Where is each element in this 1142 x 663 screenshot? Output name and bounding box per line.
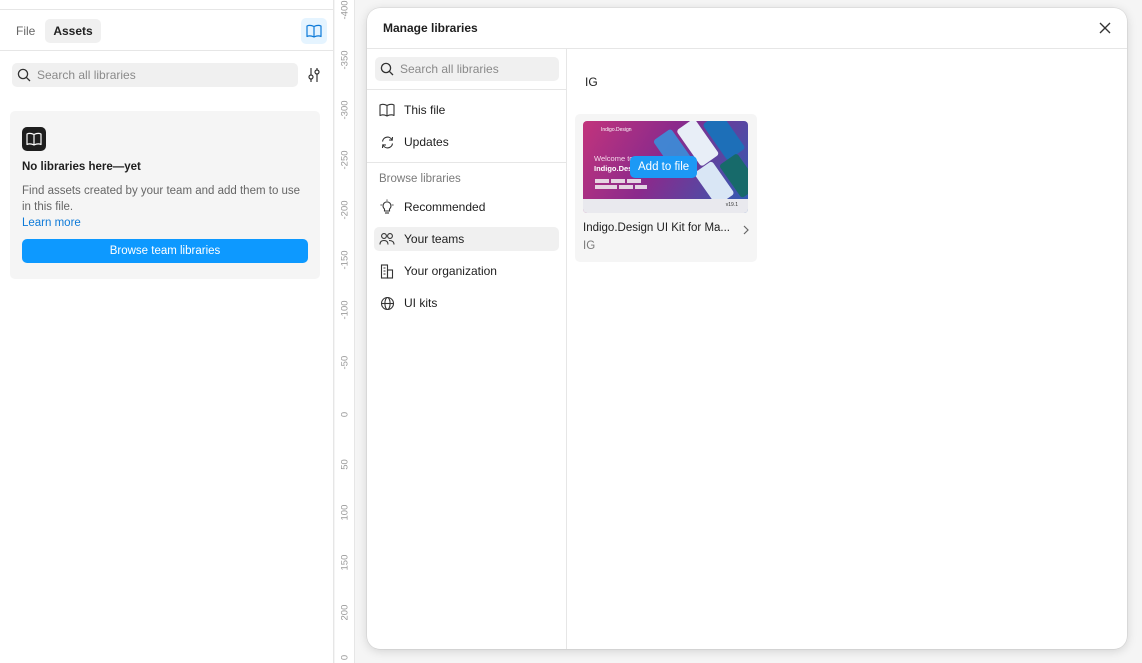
- empty-title: No libraries here—yet: [22, 161, 141, 173]
- thumb-welcome: Welcome to: [594, 154, 634, 163]
- modal-content: IG Indigo.Design Welcome to Indigo.Desig…: [568, 49, 1127, 649]
- assets-panel: File Assets No libraries here—yet Find a…: [0, 0, 334, 663]
- ruler-label: 100: [339, 504, 351, 521]
- refresh-icon: [379, 134, 395, 150]
- nav-label: UI kits: [404, 296, 438, 310]
- divider: [367, 162, 566, 163]
- modal-search-input[interactable]: [400, 62, 550, 76]
- book-open-icon: [22, 127, 46, 151]
- manage-libraries-modal: Manage libraries This file Updates: [367, 8, 1127, 649]
- divider: [367, 89, 566, 90]
- search-icon: [380, 62, 394, 76]
- nav-label: This file: [404, 103, 446, 117]
- ruler-label: -150: [339, 250, 351, 270]
- nav-your-teams[interactable]: Your teams: [374, 227, 559, 251]
- libraries-button[interactable]: [301, 18, 327, 44]
- lightbulb-icon: [379, 199, 395, 215]
- nav-label: Your organization: [404, 264, 497, 278]
- tab-assets[interactable]: Assets: [45, 19, 101, 43]
- building-icon: [379, 263, 395, 279]
- ruler-label: 150: [339, 554, 351, 571]
- tab-file[interactable]: File: [8, 19, 43, 43]
- nav-updates[interactable]: Updates: [374, 130, 559, 154]
- vertical-ruler: -400 -350 -300 -250 -200 -150 -100 -50 0…: [335, 0, 355, 663]
- ruler-label: 200: [339, 604, 351, 621]
- book-open-icon: [379, 102, 395, 118]
- chevron-right-icon: [743, 225, 749, 235]
- modal-title: Manage libraries: [383, 21, 478, 35]
- panel-tabs: File Assets: [8, 19, 101, 43]
- search-icon: [17, 68, 31, 82]
- ruler-label: 0: [339, 654, 351, 661]
- divider: [0, 50, 333, 51]
- ruler-label: -100: [339, 300, 351, 320]
- modal-sidebar: This file Updates Browse libraries Recom…: [367, 49, 567, 649]
- nav-this-file[interactable]: This file: [374, 98, 559, 122]
- ruler-label: 0: [339, 411, 351, 418]
- thumb-footer: v19.1: [583, 199, 748, 213]
- modal-search[interactable]: [375, 57, 559, 81]
- nav-your-organization[interactable]: Your organization: [374, 259, 559, 283]
- library-name: Indigo.Design UI Kit for Ma...: [583, 222, 731, 234]
- section-label: Browse libraries: [379, 173, 461, 185]
- empty-libraries-card: No libraries here—yet Find assets create…: [10, 111, 320, 279]
- close-button[interactable]: [1097, 20, 1113, 36]
- ruler-label: -400: [339, 0, 351, 20]
- assets-search-input[interactable]: [37, 68, 277, 82]
- globe-icon: [379, 295, 395, 311]
- nav-label: Recommended: [404, 200, 486, 214]
- nav-ui-kits[interactable]: UI kits: [374, 291, 559, 315]
- thumb-brand: Indigo.Design: [601, 127, 632, 133]
- thumb-version: v19.1: [725, 202, 738, 208]
- library-thumbnail: Indigo.Design Welcome to Indigo.Design v…: [583, 121, 748, 213]
- library-card[interactable]: Indigo.Design Welcome to Indigo.Design v…: [575, 114, 757, 262]
- ruler-label: -200: [339, 200, 351, 220]
- close-icon: [1099, 22, 1111, 34]
- ruler-label: -250: [339, 150, 351, 170]
- library-team: IG: [583, 240, 596, 252]
- nav-recommended[interactable]: Recommended: [374, 195, 559, 219]
- assets-search[interactable]: [12, 63, 298, 87]
- library-filter-button[interactable]: [304, 65, 324, 85]
- add-to-file-button[interactable]: Add to file: [630, 156, 698, 178]
- divider: [0, 9, 333, 10]
- ruler-label: -300: [339, 100, 351, 120]
- ruler-label: 50: [339, 459, 351, 470]
- book-open-icon: [306, 24, 322, 38]
- empty-description: Find assets created by your team and add…: [22, 185, 301, 213]
- people-icon: [379, 231, 395, 247]
- browse-team-libraries-button[interactable]: Browse team libraries: [22, 239, 308, 263]
- team-heading: IG: [585, 75, 598, 89]
- ruler-label: -50: [339, 355, 351, 370]
- sliders-icon: [307, 67, 321, 83]
- modal-header: Manage libraries: [367, 8, 1127, 49]
- nav-label: Your teams: [404, 232, 465, 246]
- nav-label: Updates: [404, 135, 449, 149]
- learn-more-link[interactable]: Learn more: [22, 215, 308, 231]
- ruler-label: -350: [339, 50, 351, 70]
